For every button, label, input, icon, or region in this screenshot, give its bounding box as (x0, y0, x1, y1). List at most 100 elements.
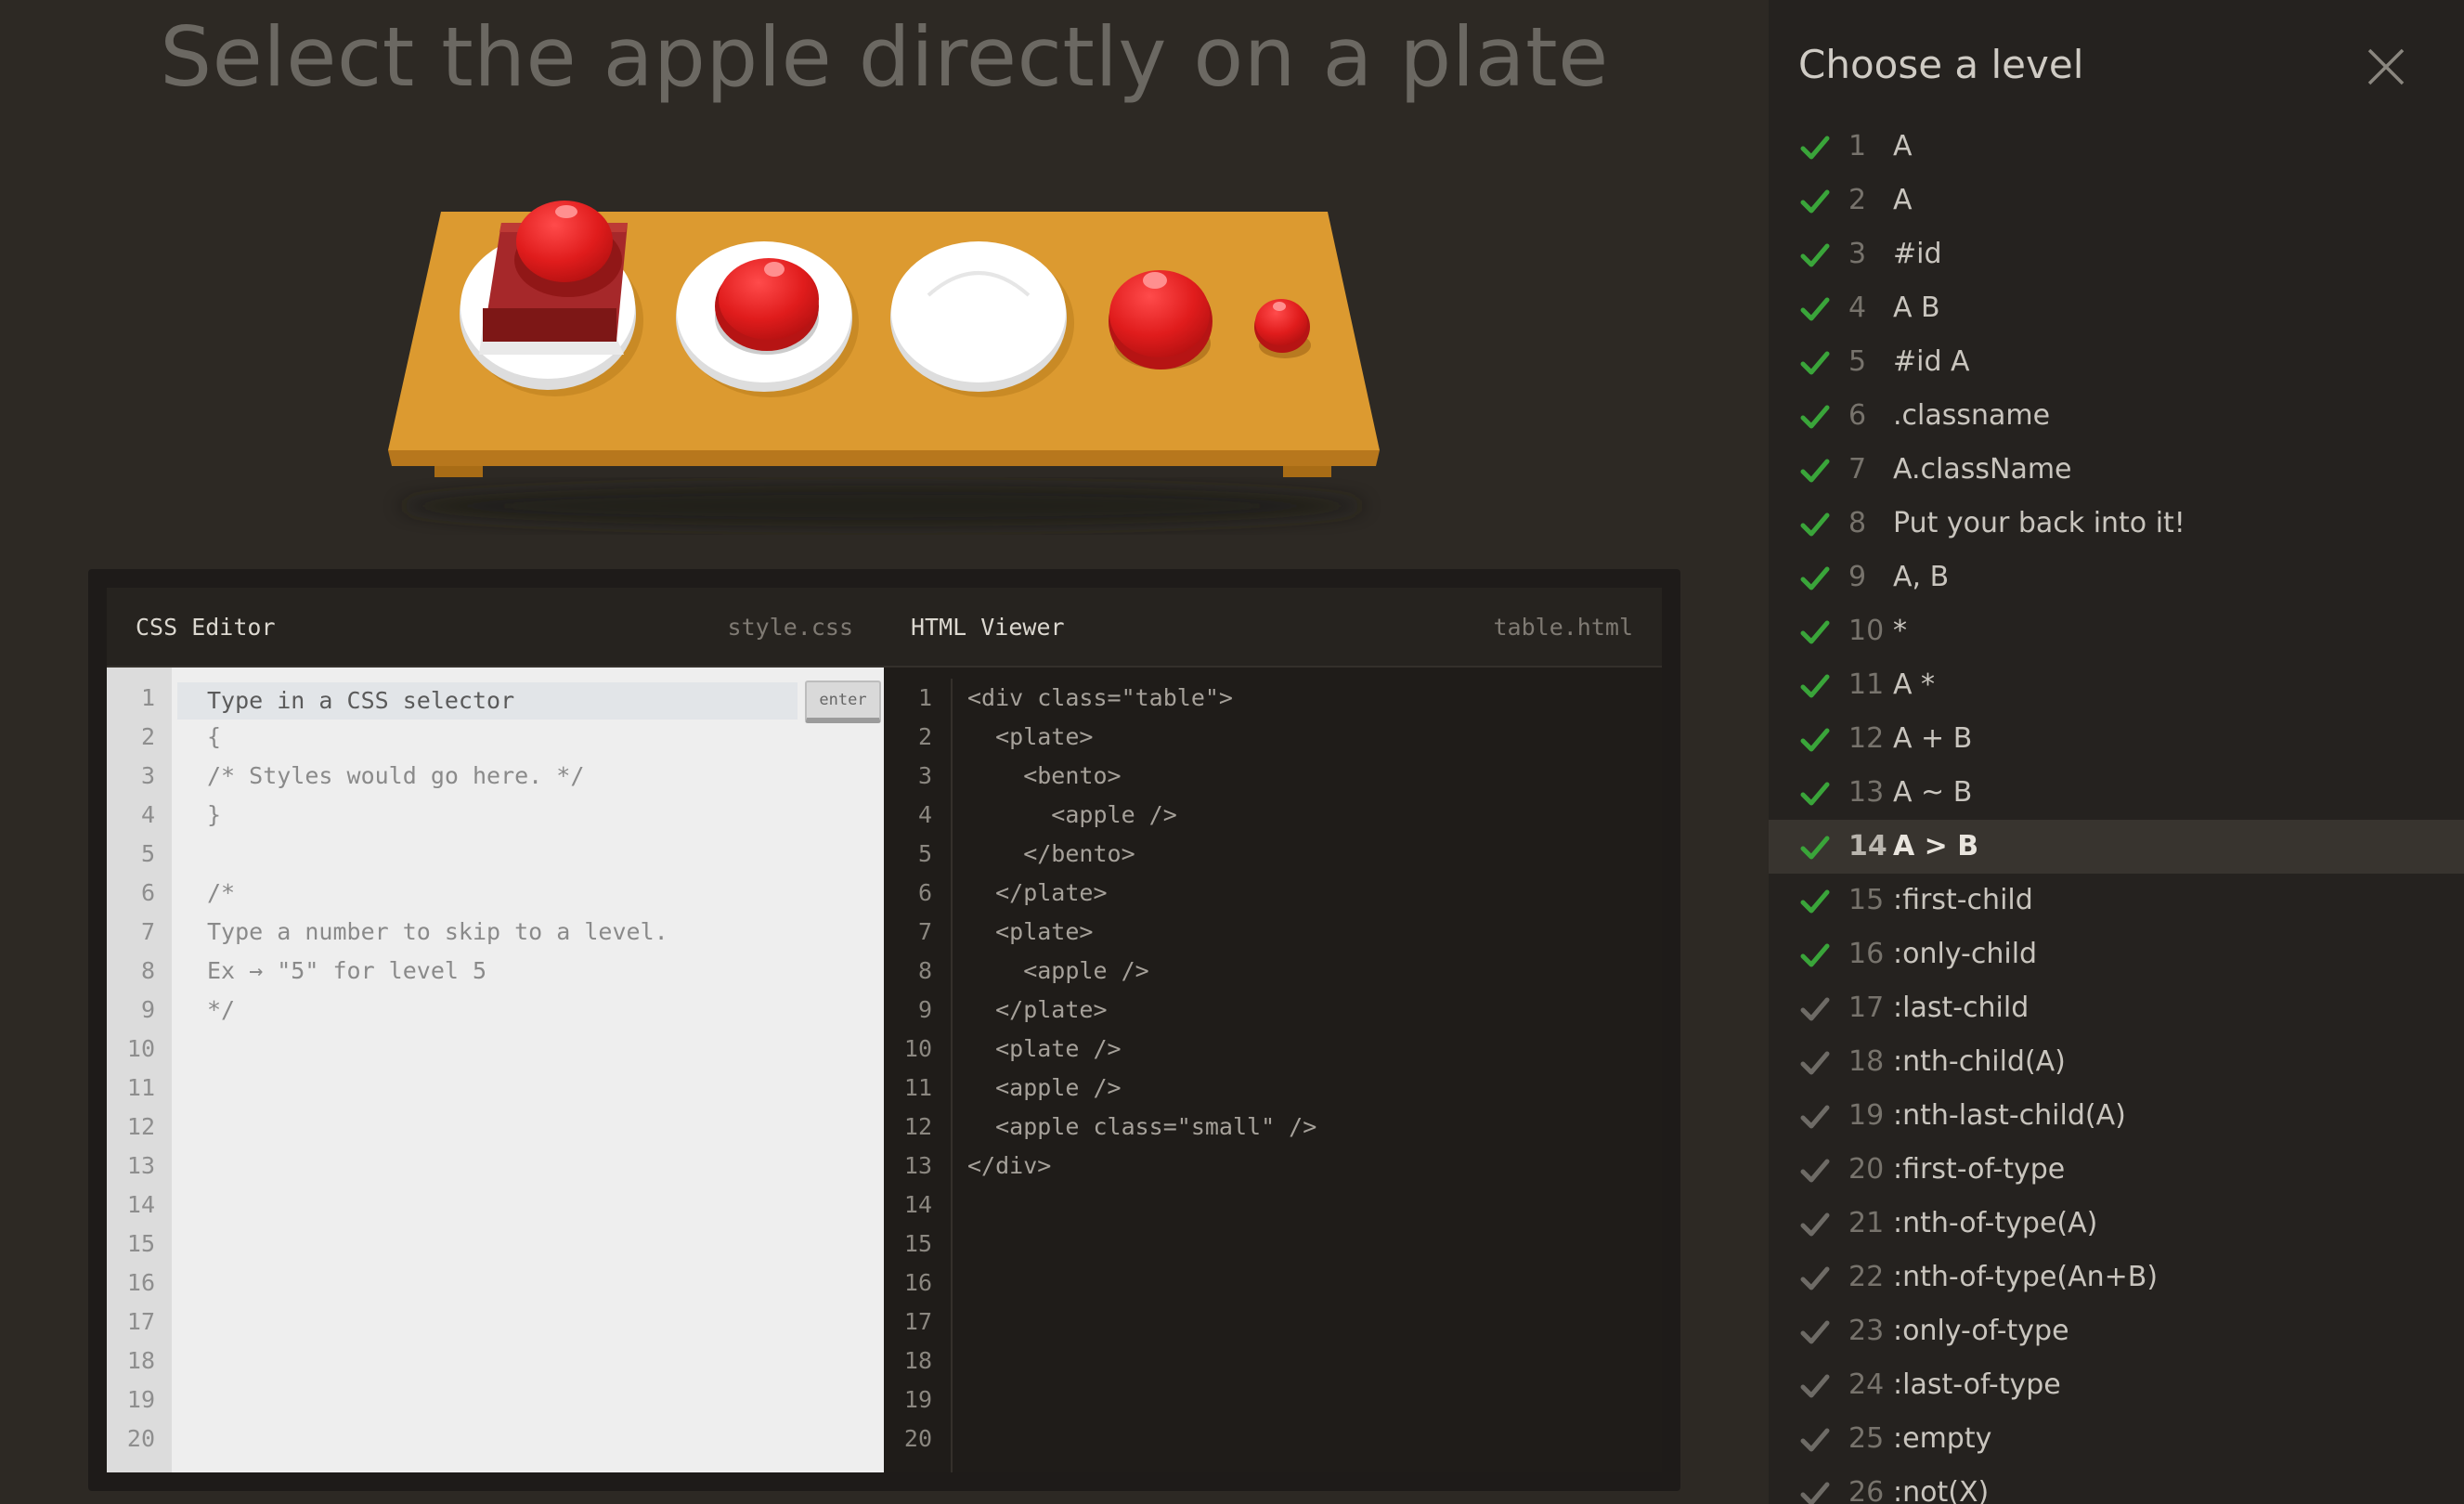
apple-on-table[interactable] (1109, 270, 1213, 370)
checkmark-icon (1800, 512, 1830, 537)
line-number: 7 (140, 918, 155, 945)
level-item-26[interactable]: 26:not(X) (1769, 1466, 2464, 1504)
checkmark-icon (1800, 836, 1830, 860)
checkmark-icon (1800, 243, 1830, 267)
line-number: 11 (903, 1074, 932, 1101)
level-item-1[interactable]: 1A (1769, 120, 2464, 174)
level-name: :not(X) (1893, 1476, 1990, 1504)
css-code-line: } (207, 801, 222, 828)
line-number: 2 (140, 723, 155, 750)
editor-frame: CSS Editor style.css HTML Viewer table.h… (88, 569, 1680, 1491)
line-number: 6 (140, 879, 155, 906)
css-code-line: Ex → "5" for level 5 (207, 957, 487, 984)
css-code-line (172, 835, 884, 874)
checkmark-icon (1800, 889, 1830, 914)
checkmark-icon (1800, 1105, 1830, 1129)
html-code-line[interactable]: <plate> (953, 718, 1662, 757)
checkmark-icon (1800, 674, 1830, 698)
line-number: 14 (903, 1191, 932, 1218)
level-name: :nth-of-type(An+B) (1893, 1261, 2159, 1293)
css-code-line: /* (207, 879, 236, 906)
level-item-13[interactable]: 13 A ~ B (1769, 766, 2464, 820)
html-code-line[interactable]: </div> (953, 1147, 1662, 1186)
level-item-18[interactable]: 18:nth-child(A) (1769, 1035, 2464, 1089)
css-code-line: { (207, 723, 222, 750)
html-code-line[interactable]: <apple /> (953, 796, 1662, 835)
line-number: 16 (126, 1269, 155, 1296)
level-item-22[interactable]: 22:nth-of-type(An+B) (1769, 1251, 2464, 1304)
html-code-line[interactable]: <apple /> (953, 1069, 1662, 1108)
level-item-16[interactable]: 16:only-child (1769, 927, 2464, 981)
level-item-6[interactable]: 6 .classname (1769, 389, 2464, 443)
line-number: 20 (903, 1425, 932, 1452)
level-name: :empty (1893, 1422, 1992, 1455)
level-item-24[interactable]: 24:last-of-type (1769, 1358, 2464, 1412)
target-apple[interactable] (715, 258, 819, 355)
level-name: A.className (1893, 453, 2072, 486)
line-number: 12 (903, 1113, 932, 1140)
line-number: 17 (126, 1308, 155, 1335)
line-number: 19 (126, 1386, 155, 1413)
level-item-19[interactable]: 19:nth-last-child(A) (1769, 1089, 2464, 1143)
level-item-12[interactable]: 12 A + B (1769, 712, 2464, 766)
line-number: 11 (126, 1074, 155, 1101)
checkmark-icon (1800, 620, 1830, 644)
css-selector-input[interactable] (177, 682, 798, 720)
level-name: A B (1893, 292, 1940, 324)
level-item-9[interactable]: 9 A, B (1769, 551, 2464, 604)
html-code-line[interactable]: <apple class="small" /> (953, 1108, 1662, 1147)
html-code-line[interactable]: <apple /> (953, 952, 1662, 991)
checkmark-icon (1800, 1051, 1830, 1075)
level-name: :only-of-type (1893, 1315, 2069, 1347)
checkmark-icon (1800, 459, 1830, 483)
level-name: :nth-of-type(A) (1893, 1207, 2098, 1239)
checkmark-icon (1800, 1266, 1830, 1290)
level-item-8[interactable]: 8 Put your back into it! (1769, 497, 2464, 551)
enter-button[interactable]: enter (805, 681, 881, 723)
level-item-17[interactable]: 17:last-child (1769, 981, 2464, 1035)
css-editor-filename: style.css (727, 614, 853, 641)
sidebar-title: Choose a level (1798, 42, 2084, 87)
level-item-5[interactable]: 5 #id A (1769, 335, 2464, 389)
html-code-line[interactable]: </bento> (953, 835, 1662, 874)
html-line-gutter: 1 2 3 4 5 6 7 8 9 10 11 12 13 14 15 16 17 18 19 20 (884, 679, 953, 1472)
line-number: 9 (917, 996, 932, 1023)
level-name: .classname (1893, 399, 2051, 432)
level-name: A + B (1893, 722, 1973, 755)
line-number: 13 (126, 1152, 155, 1179)
level-item-25[interactable]: 25:empty (1769, 1412, 2464, 1466)
html-code-line[interactable]: <plate /> (953, 1030, 1662, 1069)
checkmark-icon (1800, 297, 1830, 321)
level-item-23[interactable]: 23:only-of-type (1769, 1304, 2464, 1358)
line-number: 5 (917, 840, 932, 867)
html-viewer-filename: table.html (1493, 614, 1633, 641)
level-item-10[interactable]: 10 * (1769, 604, 2464, 658)
html-code-line[interactable]: <bento> (953, 757, 1662, 796)
level-item-21[interactable]: 21:nth-of-type(A) (1769, 1197, 2464, 1251)
html-code-line[interactable]: </plate> (953, 991, 1662, 1030)
level-name: A > B (1893, 830, 1979, 862)
close-icon[interactable] (2360, 41, 2412, 93)
html-code-line[interactable]: <div class="table"> (953, 679, 1662, 718)
checkmark-icon (1800, 351, 1830, 375)
checkmark-icon (1800, 1159, 1830, 1183)
level-item-7[interactable]: 7 A.className (1769, 443, 2464, 497)
level-item-15[interactable]: 15:first-child (1769, 874, 2464, 927)
level-item-20[interactable]: 20:first-of-type (1769, 1143, 2464, 1197)
level-name: * (1893, 615, 1907, 647)
level-item-11[interactable]: 11 A * (1769, 658, 2464, 712)
line-number: 14 (126, 1191, 155, 1218)
html-code-line[interactable]: <plate> (953, 913, 1662, 952)
level-list: 1 A 2 A 3 #id 4 A B 5 #id A 6 .classname 7 A.classNam… (1769, 120, 2464, 1504)
level-item-14[interactable]: 14 A > B (1769, 820, 2464, 874)
checkmark-icon (1800, 136, 1830, 160)
level-item-3[interactable]: 3 #id (1769, 227, 2464, 281)
checkmark-icon (1800, 1374, 1830, 1398)
line-number: 5 (140, 840, 155, 867)
level-item-4[interactable]: 4A B (1769, 281, 2464, 335)
level-item-2[interactable]: 2A (1769, 174, 2464, 227)
line-number: 3 (917, 762, 932, 789)
css-code-line: /* Styles would go here. */ (207, 762, 585, 789)
html-code-line[interactable]: </plate> (953, 874, 1662, 913)
checkmark-icon (1800, 1212, 1830, 1237)
